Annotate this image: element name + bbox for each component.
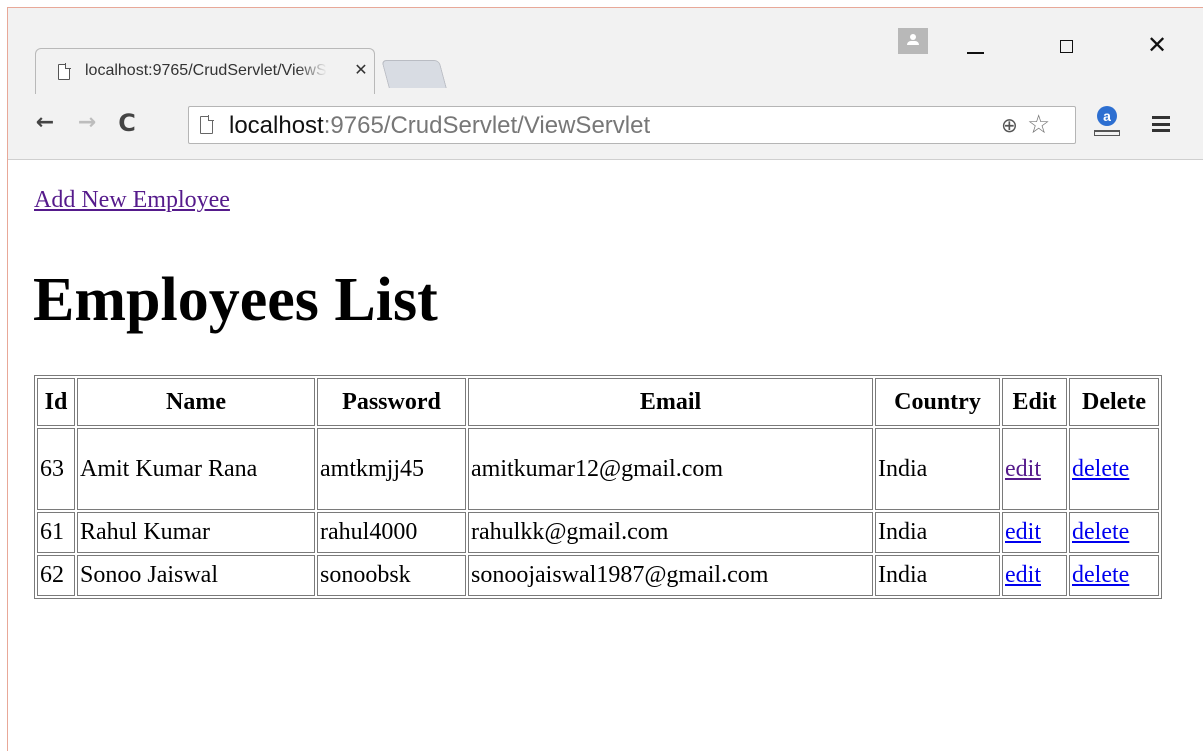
edit-link[interactable]: edit bbox=[1005, 519, 1041, 545]
address-bar[interactable]: localhost:9765/CrudServlet/ViewServlet ⊕… bbox=[188, 106, 1076, 144]
cell-name: Amit Kumar Rana bbox=[77, 428, 315, 510]
header-name: Name bbox=[77, 378, 315, 426]
url-text[interactable]: localhost:9765/CrudServlet/ViewServlet bbox=[229, 112, 650, 140]
bookmark-star-icon[interactable]: ☆ bbox=[1027, 111, 1055, 139]
header-id: Id bbox=[37, 378, 75, 426]
extension-base bbox=[1094, 130, 1120, 136]
delete-link[interactable]: delete bbox=[1072, 562, 1129, 588]
header-password: Password bbox=[317, 378, 466, 426]
toolbar: ← → C localhost:9765/CrudServlet/ViewSer… bbox=[8, 94, 1203, 160]
url-path: :9765/CrudServlet/ViewServlet bbox=[323, 112, 651, 139]
title-bar: localhost:9765/CrudServlet/ViewServlet ✕… bbox=[8, 8, 1203, 96]
cell-country: India bbox=[875, 512, 1000, 553]
cell-name: Sonoo Jaiswal bbox=[77, 555, 315, 596]
cell-id: 62 bbox=[37, 555, 75, 596]
cell-edit: edit bbox=[1002, 428, 1067, 510]
close-window-button[interactable]: ✕ bbox=[1127, 28, 1187, 68]
minimize-icon bbox=[967, 52, 984, 54]
cell-password: rahul4000 bbox=[317, 512, 466, 553]
tab-title: localhost:9765/CrudServlet/ViewServlet bbox=[85, 62, 327, 79]
table-row: 62 Sonoo Jaiswal sonoobsk sonoojaiswal19… bbox=[37, 555, 1159, 596]
table-header-row: Id Name Password Email Country Edit Dele… bbox=[37, 378, 1159, 426]
url-host: localhost bbox=[229, 112, 324, 139]
maximize-icon bbox=[1060, 40, 1073, 53]
cell-id: 61 bbox=[37, 512, 75, 553]
maximize-button[interactable] bbox=[1037, 28, 1097, 68]
cell-password: amtkmjj45 bbox=[317, 428, 466, 510]
cell-edit: edit bbox=[1002, 555, 1067, 596]
header-delete: Delete bbox=[1069, 378, 1159, 426]
header-email: Email bbox=[468, 378, 873, 426]
cell-email: rahulkk@gmail.com bbox=[468, 512, 873, 553]
edit-link[interactable]: edit bbox=[1005, 562, 1041, 588]
forward-arrow-icon[interactable]: → bbox=[72, 108, 102, 138]
header-country: Country bbox=[875, 378, 1000, 426]
page-content: Add New Employee Employees List Id Name … bbox=[8, 160, 1203, 751]
profile-icon[interactable] bbox=[898, 28, 928, 54]
edit-link[interactable]: edit bbox=[1005, 456, 1041, 482]
browser-window: localhost:9765/CrudServlet/ViewServlet ✕… bbox=[7, 7, 1203, 751]
reload-icon[interactable]: C bbox=[112, 108, 142, 138]
table-row: 61 Rahul Kumar rahul4000 rahulkk@gmail.c… bbox=[37, 512, 1159, 553]
page-info-icon[interactable] bbox=[200, 115, 214, 134]
cell-email: sonoojaiswal1987@gmail.com bbox=[468, 555, 873, 596]
cell-id: 63 bbox=[37, 428, 75, 510]
cell-delete: delete bbox=[1069, 428, 1159, 510]
zoom-icon[interactable]: ⊕ bbox=[1001, 115, 1021, 135]
back-arrow-icon[interactable]: ← bbox=[30, 108, 60, 138]
browser-tab[interactable]: localhost:9765/CrudServlet/ViewServlet ✕ bbox=[35, 48, 375, 96]
delete-link[interactable]: delete bbox=[1072, 456, 1129, 482]
cell-edit: edit bbox=[1002, 512, 1067, 553]
tab-close-icon[interactable]: ✕ bbox=[352, 60, 370, 80]
cell-name: Rahul Kumar bbox=[77, 512, 315, 553]
header-edit: Edit bbox=[1002, 378, 1067, 426]
add-new-employee-link[interactable]: Add New Employee bbox=[34, 187, 230, 214]
page-title: Employees List bbox=[33, 266, 438, 334]
delete-link[interactable]: delete bbox=[1072, 519, 1129, 545]
document-icon bbox=[58, 64, 70, 80]
minimize-button[interactable] bbox=[945, 28, 1005, 68]
cell-delete: delete bbox=[1069, 555, 1159, 596]
menu-icon[interactable] bbox=[1152, 116, 1170, 132]
employees-table: Id Name Password Email Country Edit Dele… bbox=[34, 375, 1162, 599]
new-tab-button[interactable] bbox=[381, 60, 447, 88]
cell-country: India bbox=[875, 555, 1000, 596]
cell-password: sonoobsk bbox=[317, 555, 466, 596]
cell-country: India bbox=[875, 428, 1000, 510]
extension-icon[interactable]: a bbox=[1092, 106, 1122, 142]
cell-delete: delete bbox=[1069, 512, 1159, 553]
table-row: 63 Amit Kumar Rana amtkmjj45 amitkumar12… bbox=[37, 428, 1159, 510]
extension-badge: a bbox=[1097, 106, 1117, 126]
cell-email: amitkumar12@gmail.com bbox=[468, 428, 873, 510]
